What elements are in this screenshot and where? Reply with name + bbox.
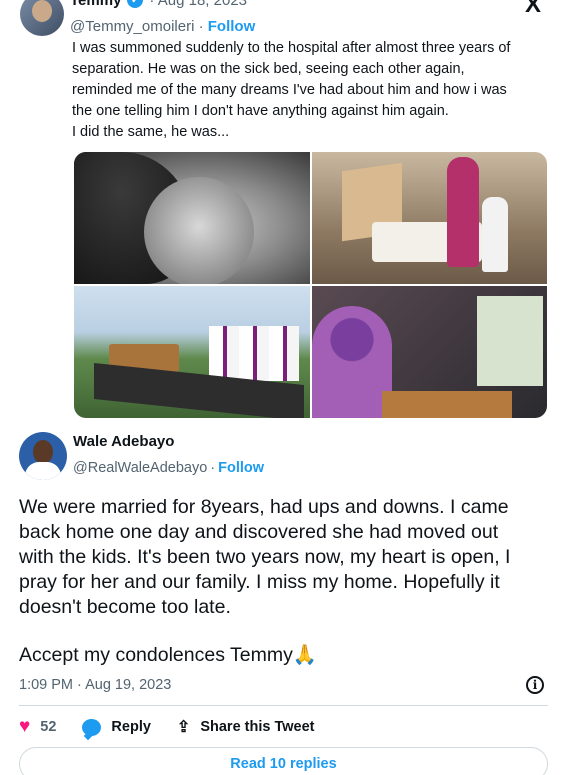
divider	[19, 705, 548, 706]
tweet-timestamp[interactable]: 1:09 PM · Aug 19, 2023	[19, 677, 171, 693]
quoted-author-name[interactable]: Temmy	[70, 0, 121, 9]
avatar-detail	[33, 440, 53, 464]
quoted-text-line: the one telling him I don't have anythin…	[72, 103, 449, 119]
tweet-text: We were married for 8years, had ups and …	[19, 495, 539, 620]
quoted-tweet-text: I was summoned suddenly to the hospital …	[72, 38, 550, 143]
quoted-text-line: I was summoned suddenly to the hospital …	[72, 40, 511, 56]
photo-detail	[209, 326, 299, 381]
share-icon: ⇪	[176, 719, 191, 736]
like-count: 52	[40, 719, 57, 735]
reply-label: Reply	[111, 719, 151, 735]
author-handle-row: @RealWaleAdebayo · Follow	[73, 460, 264, 476]
avatar-detail	[25, 462, 61, 480]
tweet-condolence-line: Accept my condolences Temmy🙏	[19, 644, 318, 666]
photo-grid	[74, 152, 547, 418]
share-label: Share this Tweet	[200, 719, 315, 735]
photo-detail	[447, 157, 479, 267]
quoted-author-avatar[interactable]	[20, 0, 64, 36]
author-name[interactable]: Wale Adebayo	[73, 433, 174, 450]
photo-detail	[477, 296, 543, 386]
quoted-handle-separator: ·	[194, 18, 208, 35]
action-bar: ♥ 52 Reply ⇪ Share this Tweet	[19, 716, 340, 738]
author-avatar[interactable]	[19, 432, 67, 480]
tweet-card: Temmy ✓ · Aug 18, 2023 @Temmy_omoileri ·…	[0, 0, 568, 775]
tweet-text-line: pray for her and our family. I miss my h…	[19, 571, 500, 593]
photo-1[interactable]	[74, 152, 310, 284]
quoted-handle[interactable]: @Temmy_omoileri	[70, 18, 194, 35]
photo-detail	[482, 197, 508, 272]
reply-button[interactable]: Reply	[82, 718, 151, 736]
quoted-handle-row: @Temmy_omoileri · Follow	[70, 18, 255, 35]
reply-bubble-icon	[82, 718, 102, 736]
quoted-text-line: reminded me of the many dreams I've had …	[72, 82, 507, 98]
handle-separator: ·	[210, 460, 216, 476]
quoted-author-row: Temmy ✓ · Aug 18, 2023	[70, 0, 247, 10]
photo-detail	[382, 391, 512, 418]
author-handle[interactable]: @RealWaleAdebayo	[73, 460, 207, 476]
photo-detail	[312, 306, 392, 418]
quoted-date[interactable]: · Aug 18, 2023	[149, 0, 247, 9]
photo-4[interactable]	[312, 286, 547, 418]
quoted-text-line: separation. He was on the sick bed, seei…	[72, 61, 465, 77]
quoted-text-line: I did the same, he was...	[72, 124, 230, 140]
tweet-text-line: We were married for 8years, had ups and …	[19, 496, 509, 518]
tweet-text-line: with the kids. It's been two years now, …	[19, 546, 511, 568]
quoted-follow-link[interactable]: Follow	[208, 18, 256, 35]
tweet-text-line: doesn't become too late.	[19, 596, 231, 618]
x-logo-icon[interactable]: X	[522, 0, 544, 17]
heart-icon: ♥	[19, 716, 31, 737]
photo-detail	[144, 177, 254, 284]
tweet-text-line: back home one day and discovered she had…	[19, 521, 499, 543]
share-button[interactable]: ⇪ Share this Tweet	[177, 717, 315, 737]
photo-3[interactable]	[74, 286, 310, 418]
info-icon[interactable]: i	[526, 676, 544, 694]
follow-link[interactable]: Follow	[218, 460, 264, 476]
verified-badge-icon: ✓	[127, 0, 144, 8]
photo-2[interactable]	[312, 152, 547, 284]
read-replies-button[interactable]: Read 10 replies	[19, 747, 548, 775]
like-button[interactable]: ♥ 52	[19, 716, 56, 738]
